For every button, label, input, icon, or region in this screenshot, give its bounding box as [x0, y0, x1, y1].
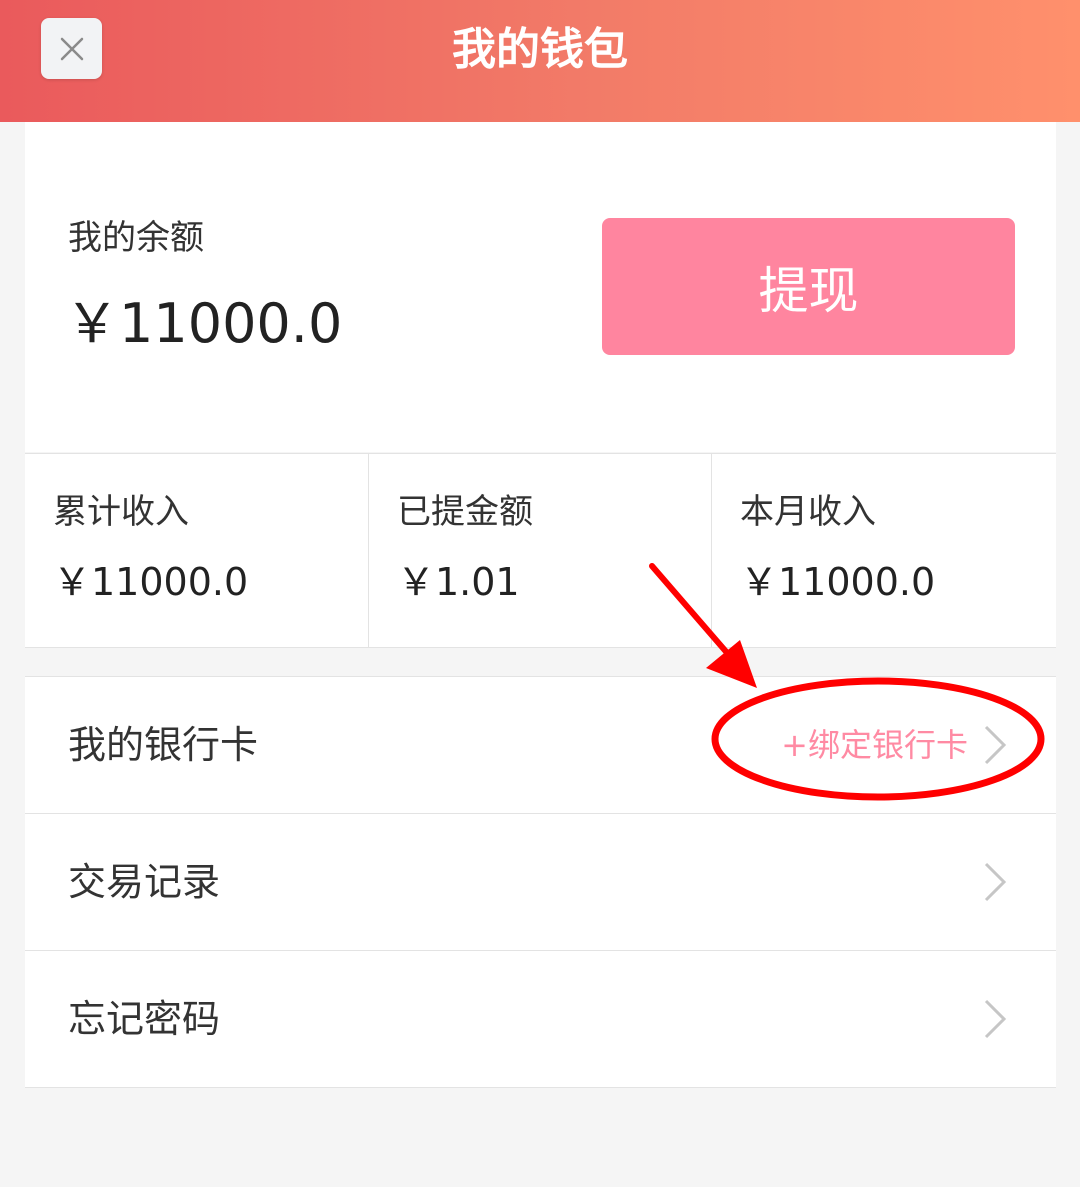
header-bar: 我的钱包	[0, 0, 1080, 122]
balance-label: 我的余额	[68, 218, 204, 258]
stat-label: 累计收入	[53, 492, 189, 532]
stats-row: 累计收入 ￥11000.0 已提金额 ￥1.01 本月收入 ￥11000.0	[25, 453, 1056, 648]
stat-value: ￥1.01	[397, 560, 520, 604]
menu-item-forgot-password[interactable]: 忘记密码	[25, 951, 1056, 1088]
balance-card: 我的余额 ￥11000.0 提现	[25, 122, 1056, 452]
stat-month-income: 本月收入 ￥11000.0	[712, 454, 1055, 647]
menu-item-label: 忘记密码	[68, 997, 221, 1041]
chevron-right-icon	[984, 862, 1007, 902]
withdraw-button[interactable]: 提现	[602, 218, 1015, 355]
bind-bank-card-link[interactable]: +绑定银行卡	[781, 725, 968, 765]
menu-list: 我的银行卡 +绑定银行卡 交易记录 忘记密码	[25, 676, 1056, 1088]
stat-total-income: 累计收入 ￥11000.0	[25, 454, 369, 647]
balance-value: ￥11000.0	[65, 292, 343, 355]
stat-withdrawn: 已提金额 ￥1.01	[369, 454, 712, 647]
menu-item-transactions[interactable]: 交易记录	[25, 814, 1056, 951]
chevron-right-icon	[984, 999, 1007, 1039]
menu-item-bank-card[interactable]: 我的银行卡 +绑定银行卡	[25, 677, 1056, 814]
stat-value: ￥11000.0	[53, 560, 249, 604]
chevron-right-icon	[984, 725, 1007, 765]
stat-value: ￥11000.0	[740, 560, 936, 604]
stat-label: 本月收入	[740, 492, 876, 532]
menu-item-label: 我的银行卡	[68, 723, 259, 767]
menu-item-label: 交易记录	[68, 860, 221, 904]
page-title: 我的钱包	[452, 24, 628, 75]
stat-label: 已提金额	[397, 492, 533, 532]
